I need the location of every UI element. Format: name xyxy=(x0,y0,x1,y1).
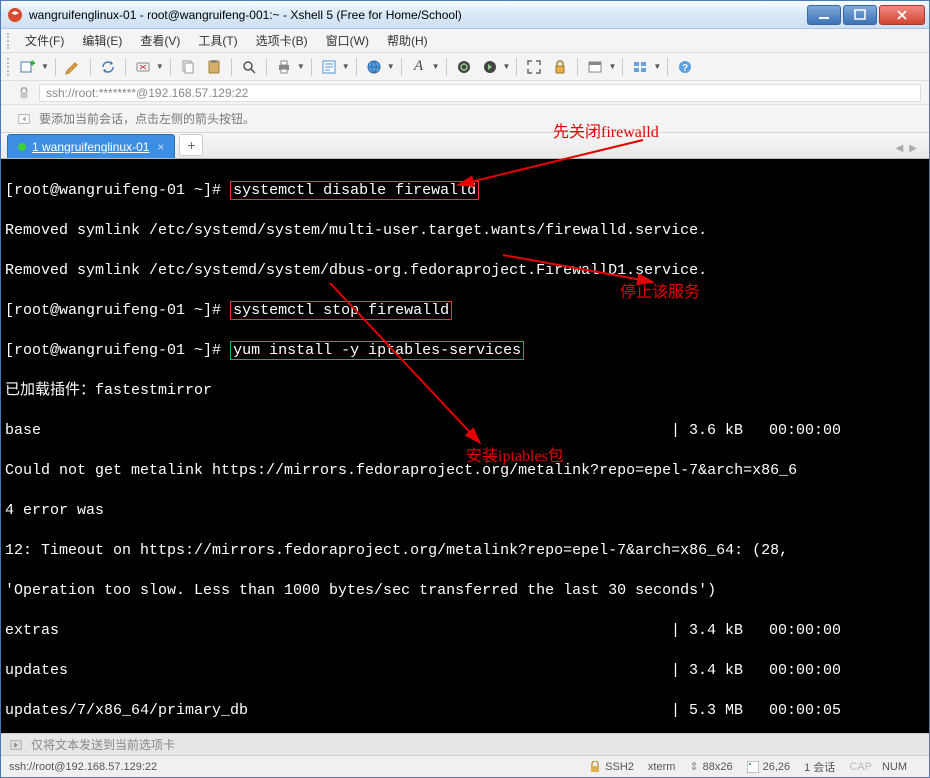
svg-text:?: ? xyxy=(682,63,688,74)
edit-button[interactable] xyxy=(62,56,84,78)
find-button[interactable] xyxy=(238,56,260,78)
title-bar: wangruifenglinux-01 - root@wangruifeng-0… xyxy=(1,1,929,29)
highlight-cmd3: yum install -y iptables-services xyxy=(230,341,524,360)
secure-icon xyxy=(589,761,601,773)
lock-icon xyxy=(17,86,31,100)
grip-icon xyxy=(7,33,11,49)
maximize-button[interactable] xyxy=(843,5,877,25)
connection-input[interactable] xyxy=(39,84,921,102)
tab-close-icon[interactable]: × xyxy=(157,140,164,154)
help-button[interactable]: ? xyxy=(674,56,696,78)
globe-button[interactable] xyxy=(363,56,385,78)
dropdown-icon[interactable]: ▼ xyxy=(653,62,661,71)
cursor-icon xyxy=(747,761,759,773)
connection-bar xyxy=(1,81,929,105)
menu-edit[interactable]: 编辑(E) xyxy=(74,30,130,51)
dropdown-icon[interactable]: ▼ xyxy=(156,62,164,71)
tab-label: 1 wangruifenglinux-01 xyxy=(32,140,149,154)
tab-nav: ◀ ▶ xyxy=(896,143,923,154)
options-button[interactable] xyxy=(584,56,606,78)
properties-button[interactable] xyxy=(318,56,340,78)
close-button[interactable] xyxy=(879,5,925,25)
highlight-cmd2: systemctl stop firewalld xyxy=(230,301,452,320)
menu-window[interactable]: 窗口(W) xyxy=(318,30,377,51)
paste-button[interactable] xyxy=(203,56,225,78)
script-button[interactable] xyxy=(453,56,475,78)
send-icon[interactable] xyxy=(9,738,23,752)
dropdown-icon[interactable]: ▼ xyxy=(41,62,49,71)
minimize-button[interactable] xyxy=(807,5,841,25)
font-button[interactable]: A xyxy=(408,56,430,78)
dropdown-icon[interactable]: ▼ xyxy=(342,62,350,71)
status-ssh: SSH2 xyxy=(589,761,634,773)
send-bar: 仅将文本发送到当前选项卡 xyxy=(1,733,929,755)
menu-bar: 文件(F) 编辑(E) 查看(V) 工具(T) 选项卡(B) 窗口(W) 帮助(… xyxy=(1,29,929,53)
arrow-left-icon[interactable] xyxy=(17,112,31,126)
script2-button[interactable] xyxy=(479,56,501,78)
terminal[interactable]: [root@wangruifeng-01 ~]# systemctl disab… xyxy=(1,159,929,733)
status-bar: ssh://root@192.168.57.129:22 SSH2 xterm … xyxy=(1,755,929,777)
menu-help[interactable]: 帮助(H) xyxy=(379,30,436,51)
status-size: ⇕ 88x26 xyxy=(689,760,732,773)
status-dot-icon xyxy=(18,143,26,151)
grip-icon xyxy=(7,58,11,76)
window-title: wangruifenglinux-01 - root@wangruifeng-0… xyxy=(29,8,807,22)
status-connection: ssh://root@192.168.57.129:22 xyxy=(9,761,157,773)
lock-scroll-button[interactable] xyxy=(549,56,571,78)
reconnect-button[interactable] xyxy=(97,56,119,78)
highlight-cmd1: systemctl disable firewalld xyxy=(230,181,479,200)
new-tab-button[interactable]: + xyxy=(179,134,203,156)
tab-next-icon[interactable]: ▶ xyxy=(909,143,917,154)
status-sessions: 1 会话 xyxy=(804,759,835,775)
dropdown-icon[interactable]: ▼ xyxy=(297,62,305,71)
send-bar-text: 仅将文本发送到当前选项卡 xyxy=(31,736,175,753)
menu-tools[interactable]: 工具(T) xyxy=(190,30,245,51)
copy-button[interactable] xyxy=(177,56,199,78)
status-term: xterm xyxy=(648,761,676,773)
app-window: wangruifenglinux-01 - root@wangruifeng-0… xyxy=(0,0,930,778)
print-button[interactable] xyxy=(273,56,295,78)
disconnect-button[interactable] xyxy=(132,56,154,78)
dropdown-icon[interactable]: ▼ xyxy=(608,62,616,71)
new-session-button[interactable] xyxy=(17,56,39,78)
menu-view[interactable]: 查看(V) xyxy=(132,30,188,51)
tab-session-1[interactable]: 1 wangruifenglinux-01 × xyxy=(7,134,175,158)
layout-button[interactable] xyxy=(629,56,651,78)
tab-prev-icon[interactable]: ◀ xyxy=(896,143,904,154)
dropdown-icon[interactable]: ▼ xyxy=(503,62,511,71)
tab-strip: 1 wangruifenglinux-01 × + ◀ ▶ xyxy=(1,133,929,159)
menu-tabs[interactable]: 选项卡(B) xyxy=(248,30,316,51)
fullscreen-button[interactable] xyxy=(523,56,545,78)
tip-bar: 要添加当前会话，点击左侧的箭头按钮。 xyxy=(1,105,929,133)
tip-text: 要添加当前会话，点击左侧的箭头按钮。 xyxy=(39,110,255,127)
dropdown-icon[interactable]: ▼ xyxy=(387,62,395,71)
dropdown-icon[interactable]: ▼ xyxy=(432,62,440,71)
app-icon xyxy=(7,7,23,23)
status-pos: 26,26 xyxy=(747,761,791,773)
menu-file[interactable]: 文件(F) xyxy=(17,30,72,51)
toolbar: ▼ ▼ ▼ ▼ ▼ A ▼ ▼ ▼ ▼ xyxy=(1,53,929,81)
